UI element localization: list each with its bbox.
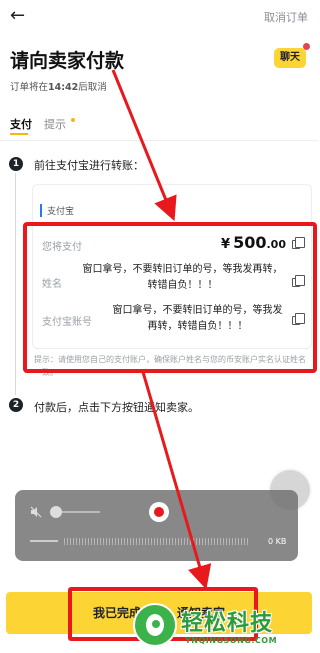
annotation-arrows	[111, 69, 212, 590]
watermark-text: 轻松科技	[181, 611, 274, 636]
watermark-url: YNQINGSONG.COM	[185, 636, 278, 645]
arrow-to-button	[141, 371, 212, 590]
watermark-logo-icon	[133, 603, 177, 647]
arrow-to-payment-info	[111, 69, 177, 222]
